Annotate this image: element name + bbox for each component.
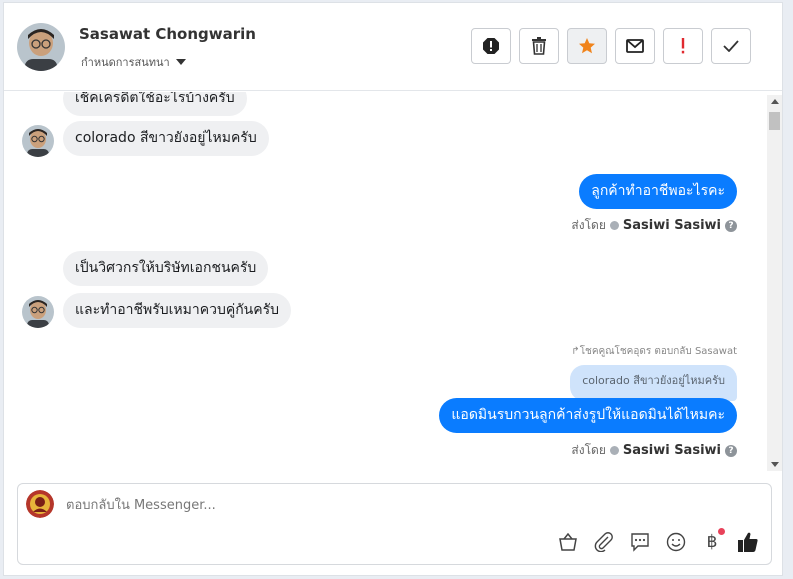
basket-icon — [559, 533, 577, 551]
attach-button[interactable] — [592, 530, 616, 554]
contact-avatar[interactable] — [17, 23, 65, 71]
incoming-message[interactable]: และทำอาชีพรับเหมาควบคู่กันครับ — [63, 293, 292, 328]
report-button[interactable] — [471, 28, 511, 64]
sent-by-info: ส่งโดย Sasiwi Sasiwi ? — [571, 441, 737, 460]
help-icon[interactable]: ? — [725, 219, 737, 232]
emoji-button[interactable] — [664, 530, 688, 554]
sent-by-name: Sasiwi Sasiwi — [622, 443, 721, 458]
mark-done-button[interactable] — [711, 28, 751, 64]
mark-unread-button[interactable] — [615, 28, 655, 64]
report-icon — [483, 38, 499, 54]
contact-avatar-small — [22, 296, 54, 328]
scroll-up-icon[interactable] — [771, 99, 779, 104]
exclamation-icon — [681, 38, 685, 54]
message-input[interactable] — [66, 494, 666, 516]
scroll-down-icon[interactable] — [771, 462, 779, 467]
trash-icon — [532, 37, 546, 55]
assign-label: กำหนดการสนทนา — [81, 56, 170, 69]
saved-replies-button[interactable] — [628, 530, 652, 554]
message-list[interactable]: เช็คเครดิตใช้อะไรบ้างครับ colorado สีขาว… — [4, 92, 782, 470]
star-icon — [579, 38, 595, 54]
incoming-message[interactable]: เช็คเครดิตใช้อะไรบ้างครับ — [63, 92, 247, 116]
outgoing-message[interactable]: แอดมินรบกวนลูกค้าส่งรูปให้แอดมินได้ไหมคะ — [439, 398, 737, 433]
notification-dot — [718, 528, 725, 535]
like-button[interactable] — [736, 530, 760, 554]
baht-icon: ฿ — [706, 532, 718, 552]
verified-dot-icon — [609, 446, 619, 455]
contact-name: Sasawat Chongwarin — [79, 25, 256, 43]
quoted-message[interactable]: colorado สีขาวยังอยู่ไหมครับ — [570, 365, 737, 401]
outgoing-message[interactable]: ลูกค้าทำอาชีพอะไรคะ — [579, 174, 737, 209]
composer-tools: ฿ — [556, 528, 760, 554]
envelope-icon — [626, 39, 644, 53]
message-scrollbar[interactable] — [767, 95, 782, 471]
help-icon[interactable]: ? — [725, 444, 737, 457]
scroll-thumb[interactable] — [769, 112, 780, 130]
delete-button[interactable] — [519, 28, 559, 64]
chat-bubble-icon — [631, 533, 649, 552]
incoming-message[interactable]: เป็นวิศวกรให้บริษัทเอกชนครับ — [63, 251, 269, 286]
reply-note: ↱โชคคูณโชคอุดร ตอบกลับ Sasawat — [571, 344, 737, 359]
verified-dot-icon — [609, 221, 619, 230]
header-actions — [471, 28, 751, 64]
mark-important-button[interactable] — [663, 28, 703, 64]
paperclip-icon — [594, 532, 613, 552]
check-icon — [723, 40, 739, 52]
chevron-down-icon — [175, 59, 186, 65]
assign-conversation-dropdown[interactable]: กำหนดการสนทนา — [81, 53, 186, 71]
sent-by-prefix: ส่งโดย — [571, 218, 606, 232]
page-avatar — [26, 490, 54, 518]
incoming-message[interactable]: colorado สีขาวยังอยู่ไหมครับ — [63, 121, 269, 156]
smiley-icon — [666, 532, 686, 552]
sent-by-info: ส่งโดย Sasiwi Sasiwi ? — [571, 216, 737, 235]
sent-by-name: Sasiwi Sasiwi — [622, 218, 721, 233]
conversation-header: Sasawat Chongwarin กำหนดการสนทนา — [4, 3, 782, 91]
payment-button[interactable]: ฿ — [700, 528, 725, 554]
conversation-panel: Sasawat Chongwarin กำหนดการสนทนา เช็คเคร… — [3, 2, 783, 576]
basket-button[interactable] — [556, 530, 580, 554]
star-button[interactable] — [567, 28, 607, 64]
sent-by-prefix: ส่งโดย — [571, 443, 606, 457]
reply-arrow-icon: ↱ — [571, 346, 580, 357]
message-composer: ฿ — [17, 483, 772, 565]
thumbs-up-icon — [738, 532, 758, 552]
contact-avatar-small — [22, 125, 54, 157]
reply-note-text: โชคคูณโชคอุดร ตอบกลับ Sasawat — [579, 346, 737, 357]
